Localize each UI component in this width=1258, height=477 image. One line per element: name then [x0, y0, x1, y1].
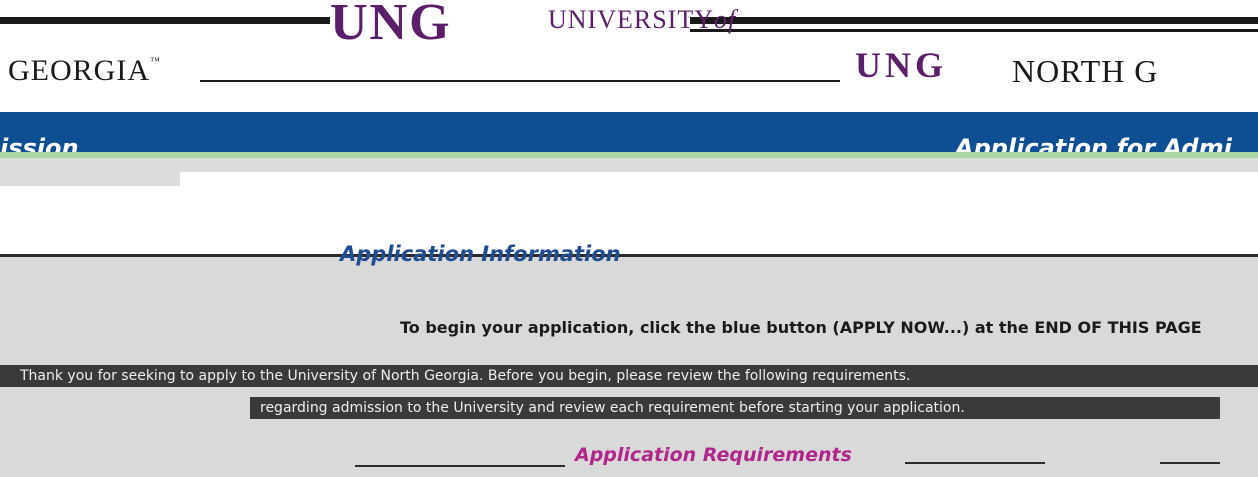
header-rule [690, 17, 1258, 24]
application-information-heading: Application Information [340, 242, 621, 266]
intro-paragraph-line: regarding admission to the University an… [260, 400, 965, 416]
apply-instruction: To begin your application, click the blu… [400, 318, 1202, 337]
university-of-wordmark: UNIVERSITYof [548, 6, 736, 34]
header-rule [200, 80, 840, 82]
trademark-symbol: ™ [150, 56, 161, 67]
georgia-word: GEORGIA [8, 54, 150, 87]
intro-paragraph-line: Thank you for seeking to apply to the Un… [20, 368, 911, 384]
header-rule [0, 17, 330, 24]
title-bar-left-text: ission [0, 134, 79, 152]
ung-logo[interactable]: UNG [330, 0, 452, 46]
site-header: UNG UNIVERSITYof GEORGIA™ UNG NORTH G [0, 0, 1258, 112]
north-georgia-wordmark: NORTH G [1012, 53, 1159, 89]
application-requirements-heading: Application Requirements [575, 444, 852, 466]
header-rule [690, 29, 1258, 32]
sub-header-notch [180, 172, 1258, 186]
university-word: UNIVERSITY [548, 5, 714, 34]
of-word: of [714, 5, 737, 34]
page-title: Application for Admi [955, 134, 1232, 152]
ung-logo-secondary[interactable]: UNG [855, 47, 947, 83]
page-title-bar: ission Application for Admi [0, 112, 1258, 152]
georgia-wordmark: GEORGIA™ [8, 54, 161, 88]
